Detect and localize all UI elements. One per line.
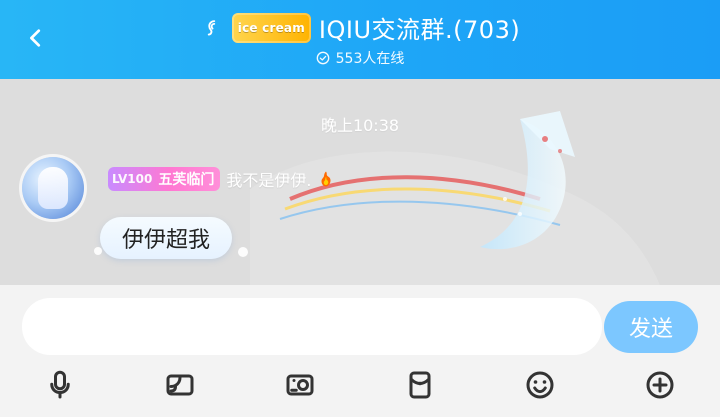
plus-icon[interactable] [640,365,680,405]
check-circle-icon [316,51,329,65]
group-badge-text: ice cream [237,20,305,35]
avatar-image[interactable] [22,157,84,219]
send-button[interactable]: 发送 [604,301,698,353]
member-level: LV100 [112,172,153,186]
chat-area[interactable]: 晚上10:38 LV100 五芙临门 我不是伊伊. 伊伊超我 [0,79,720,285]
header-title-row: ice cream IQIU交流群.(703) [0,10,720,45]
message-meta: LV100 五芙临门 我不是伊伊. [108,167,335,191]
message-text: 伊伊超我 [122,228,211,253]
bubble-sparkle [94,247,102,255]
member-title-tag: LV100 五芙临门 [108,167,221,191]
avatar-figure [38,167,68,209]
member-title: 五芙临门 [158,172,215,188]
chat-title: IQIU交流群.(703) [318,16,521,44]
online-status: 553人在线 [0,48,720,68]
microphone-icon[interactable] [40,365,80,405]
group-badge: ice cream [231,12,311,43]
message-bubble[interactable]: 伊伊超我 [100,217,233,259]
red-packet-icon[interactable] [400,365,440,405]
online-count-text: 553人在线 [335,51,405,67]
emoji-icon[interactable] [520,365,560,405]
sender-name[interactable]: 我不是伊伊. [226,167,311,191]
message-timestamp: 晚上10:38 [320,116,400,135]
chat-toolbar [0,365,720,409]
input-bar: 发送 [0,285,720,417]
message-input[interactable] [22,298,602,355]
photo-icon[interactable] [280,365,320,405]
bubble-sparkle [238,247,248,257]
ear-icon[interactable] [200,16,224,40]
screen-cast-icon[interactable] [160,365,200,405]
chat-header: ice cream IQIU交流群.(703) 553人在线 [0,0,720,79]
flame-icon [321,171,331,187]
